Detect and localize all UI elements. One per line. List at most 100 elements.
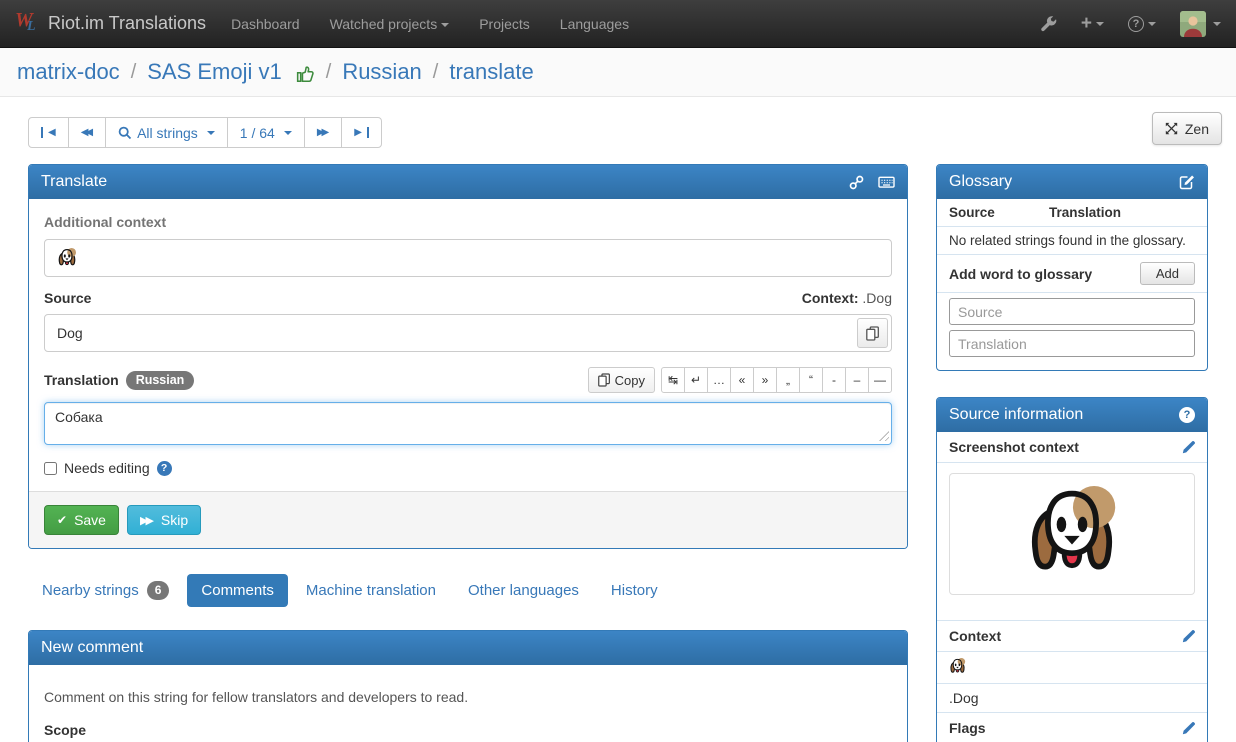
permalink-icon[interactable] — [849, 175, 864, 190]
help-menu-button[interactable]: ? — [1128, 16, 1156, 32]
chevron-down-icon — [1213, 22, 1221, 26]
admin-wrench-icon[interactable] — [1041, 16, 1057, 32]
additional-context-label: Additional context — [44, 214, 892, 230]
nav-dashboard[interactable]: Dashboard — [216, 0, 315, 48]
breadcrumb-separator: / — [131, 61, 137, 84]
source-label: Source — [44, 290, 91, 306]
add-menu-button[interactable]: + — [1081, 14, 1104, 33]
step-forward-icon — [367, 127, 369, 138]
context-key-row: .Dog — [937, 684, 1207, 713]
add-word-button[interactable]: Add — [1140, 262, 1195, 285]
screenshot-image-box — [949, 473, 1195, 595]
position-dropdown-button[interactable]: 1 / 64 — [227, 117, 305, 148]
tab-history[interactable]: History — [597, 574, 672, 607]
glossary-empty-text: No related strings found in the glossary… — [937, 227, 1207, 255]
zen-mode-button[interactable]: Zen — [1152, 112, 1222, 145]
nav-languages[interactable]: Languages — [545, 0, 644, 48]
last-string-button[interactable]: ▶ — [341, 117, 382, 148]
new-comment-header: New comment — [29, 631, 907, 665]
skip-button[interactable]: ▶▶Skip — [127, 505, 201, 535]
insert-high-quote-button[interactable]: “ — [799, 367, 823, 393]
next-string-button[interactable]: ▶▶ — [304, 117, 342, 148]
dog-emoji-icon — [949, 658, 966, 675]
translate-panel-title: Translate — [41, 173, 107, 191]
context-value: .Dog — [862, 290, 892, 306]
nearby-count-badge: 6 — [147, 581, 170, 600]
tab-machine-translation[interactable]: Machine translation — [292, 574, 450, 607]
scope-label: Scope — [44, 722, 892, 738]
navbar-right: + ? — [1041, 11, 1221, 37]
insert-hyphen-button[interactable]: - — [822, 367, 846, 393]
source-info-header: Source information ? — [937, 398, 1207, 432]
pager-toolbar: ◀ ◀◀ All strings 1 / 64 ▶▶ ▶ Zen — [28, 117, 1208, 148]
breadcrumb-separator: / — [326, 61, 332, 84]
context-head: Context — [937, 620, 1207, 652]
nav-watched-projects[interactable]: Watched projects — [315, 0, 465, 48]
insert-tab-button[interactable]: ↹ — [661, 367, 685, 393]
breadcrumb-project[interactable]: matrix-doc — [17, 59, 120, 85]
insert-emdash-button[interactable]: — — [868, 367, 892, 393]
glossary-translation-input[interactable] — [949, 330, 1195, 357]
translate-panel-footer: ✔Save ▶▶Skip — [29, 491, 907, 548]
glossary-source-input[interactable] — [949, 298, 1195, 325]
needs-editing-label: Needs editing — [64, 460, 150, 476]
translation-textarea[interactable]: Собака — [44, 402, 892, 445]
context-emoji-row — [937, 652, 1207, 684]
tab-nearby-strings[interactable]: Nearby strings 6 — [28, 573, 183, 608]
position-label: 1 / 64 — [240, 125, 275, 141]
new-comment-body: Comment on this string for fellow transl… — [29, 665, 907, 742]
nav-projects[interactable]: Projects — [464, 0, 545, 48]
special-chars-group: ↹ ↵ … « » „ “ - – — — [661, 367, 892, 393]
screenshot-context-head: Screenshot context — [937, 432, 1207, 463]
source-info-help-icon[interactable]: ? — [1179, 407, 1195, 423]
copy-source-button[interactable] — [857, 318, 888, 348]
new-comment-title: New comment — [41, 639, 143, 657]
glossary-columns: Source Translation — [937, 199, 1207, 227]
user-menu-button[interactable] — [1180, 11, 1221, 37]
breadcrumb-language[interactable]: Russian — [342, 59, 421, 85]
keyboard-shortcuts-icon[interactable] — [878, 175, 895, 189]
chevron-down-icon — [284, 131, 292, 135]
detail-tabs: Nearby strings 6 Comments Machine transl… — [28, 573, 908, 608]
weblate-logo-icon: WL — [15, 10, 39, 38]
insert-low-quote-button[interactable]: „ — [776, 367, 800, 393]
source-info-panel: Source information ? Screenshot context … — [936, 397, 1208, 742]
needs-editing-checkbox[interactable] — [44, 462, 57, 475]
insert-laquo-button[interactable]: « — [730, 367, 754, 393]
fast-forward-icon: ▶▶ — [317, 128, 326, 138]
copy-icon — [866, 326, 879, 341]
glossary-col-source: Source — [949, 205, 1049, 220]
save-button[interactable]: ✔Save — [44, 505, 119, 535]
first-string-button[interactable]: ◀ — [28, 117, 69, 148]
tab-comments[interactable]: Comments — [187, 574, 288, 607]
plus-icon: + — [1081, 14, 1092, 33]
previous-string-button[interactable]: ◀◀ — [68, 117, 106, 148]
copy-translation-button[interactable]: Copy — [588, 367, 655, 393]
insert-endash-button[interactable]: – — [845, 367, 869, 393]
breadcrumb-component[interactable]: SAS Emoji v1 — [147, 59, 282, 85]
brand-title: Riot.im Translations — [48, 13, 206, 34]
translate-panel-header: Translate — [29, 165, 907, 199]
needs-editing-help-icon[interactable]: ? — [157, 461, 172, 476]
breadcrumb-page[interactable]: translate — [449, 59, 533, 85]
top-navbar: WL Riot.im Translations Dashboard Watche… — [0, 0, 1236, 48]
edit-screenshot-icon[interactable] — [1182, 441, 1195, 454]
search-filter-button[interactable]: All strings — [105, 117, 228, 148]
brand[interactable]: WL Riot.im Translations — [15, 10, 206, 38]
insert-newline-button[interactable]: ↵ — [684, 367, 708, 393]
tab-other-languages[interactable]: Other languages — [454, 574, 593, 607]
copy-label: Copy — [615, 373, 645, 388]
edit-glossary-icon[interactable] — [1179, 174, 1195, 190]
comment-description: Comment on this string for fellow transl… — [44, 689, 892, 705]
fast-backward-icon: ◀◀ — [81, 128, 90, 138]
insert-ellipsis-button[interactable]: … — [707, 367, 731, 393]
pager-button-group: ◀ ◀◀ All strings 1 / 64 ▶▶ ▶ — [28, 117, 382, 148]
additional-context-box — [44, 239, 892, 277]
avatar — [1180, 11, 1206, 37]
insert-raquo-button[interactable]: » — [753, 367, 777, 393]
chevron-down-icon — [1096, 22, 1104, 26]
forward-icon: ▶▶ — [140, 514, 151, 527]
source-info-title: Source information — [949, 406, 1083, 424]
edit-context-icon[interactable] — [1182, 630, 1195, 643]
edit-flags-icon[interactable] — [1182, 722, 1195, 735]
